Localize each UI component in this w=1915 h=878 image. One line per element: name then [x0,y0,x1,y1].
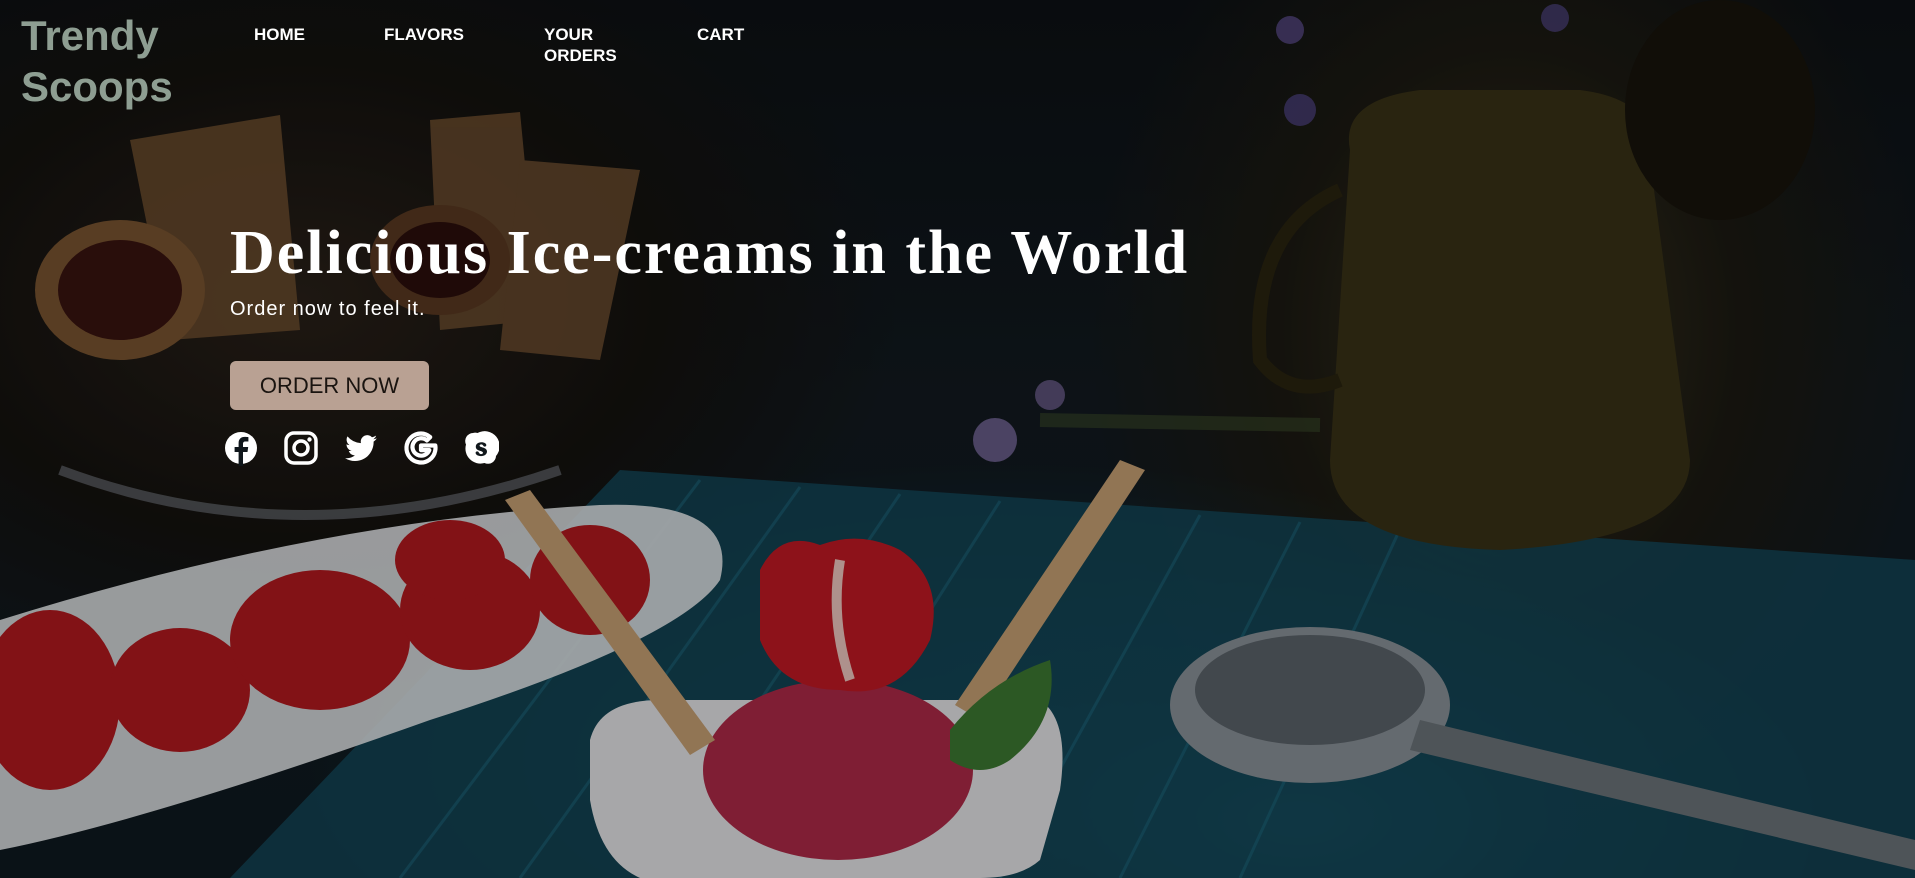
nav-cart[interactable]: CART [697,24,777,66]
order-now-button[interactable]: ORDER NOW [230,361,429,410]
nav-home[interactable]: HOME [254,24,384,66]
social-links [223,430,523,466]
instagram-icon[interactable] [283,430,319,466]
nav-your-orders[interactable]: YOUR ORDERS [544,24,697,66]
main-nav: HOME FLAVORS YOUR ORDERS CART [254,24,777,66]
hero-section: Trendy Scoops HOME FLAVORS YOUR ORDERS C… [0,0,1915,878]
facebook-icon[interactable] [223,430,259,466]
nav-flavors[interactable]: FLAVORS [384,24,544,66]
twitter-icon[interactable] [343,430,379,466]
hero-title: Delicious Ice-creams in the World [230,219,1190,287]
skype-icon[interactable] [463,430,499,466]
google-icon[interactable] [403,430,439,466]
brand-logo[interactable]: Trendy Scoops [21,10,211,112]
hero-subtitle: Order now to feel it. [230,298,426,320]
